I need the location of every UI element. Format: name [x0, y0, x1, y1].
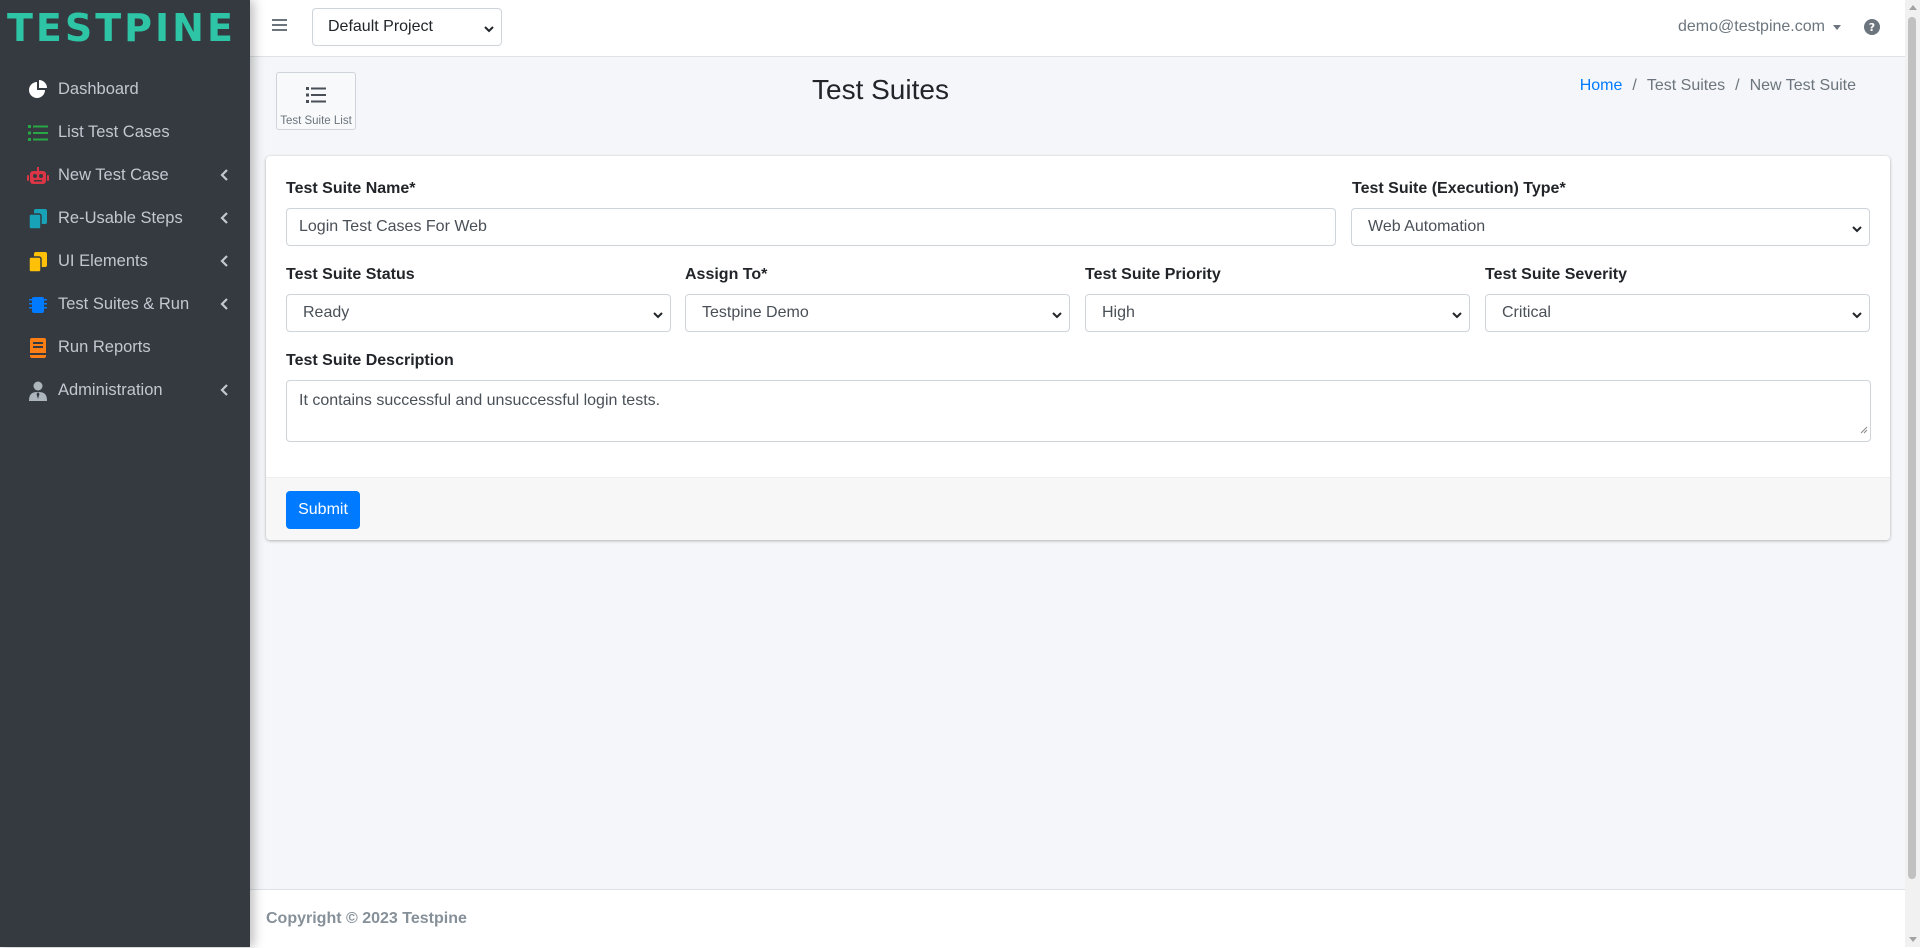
chevron-down-icon — [1851, 308, 1863, 326]
priority-value: High — [1102, 304, 1135, 321]
project-select-value: Default Project — [328, 18, 433, 35]
chevron-left-icon — [220, 253, 228, 272]
assign-to-label: Assign To* — [685, 266, 768, 283]
sidebar-item-run-reports[interactable]: Run Reports — [0, 326, 250, 369]
test-suite-list-button[interactable]: Test Suite List — [276, 72, 356, 130]
sidebar-item-label: List Test Cases — [58, 123, 170, 141]
chevron-down-icon — [1851, 222, 1863, 240]
test-suite-list-label: Test Suite List — [280, 115, 352, 127]
user-email: demo@testpine.com — [1678, 18, 1825, 35]
status-select[interactable]: Ready — [286, 294, 671, 332]
robot-icon — [26, 166, 50, 186]
description-textarea[interactable]: It contains successful and unsuccessful … — [286, 380, 1871, 442]
breadcrumb-separator: / — [1632, 77, 1637, 94]
page-footer: Copyright © 2023 Testpine — [250, 889, 1920, 948]
chip-icon — [26, 295, 50, 315]
sidebar-item-label: Test Suites & Run — [58, 295, 190, 313]
help-icon[interactable]: ? — [1864, 19, 1880, 40]
sidebar: TESTPINE Dashboard List Test Cases New T… — [0, 0, 250, 947]
chevron-down-icon — [1051, 308, 1063, 326]
submit-button[interactable]: Submit — [286, 491, 360, 529]
breadcrumb: Home / Test Suites / New Test Suite — [1580, 77, 1856, 95]
test-suite-name-input[interactable]: Login Test Cases For Web — [286, 208, 1336, 246]
hamburger-menu-icon[interactable] — [272, 18, 288, 37]
sidebar-item-label: New Test Case — [58, 166, 169, 184]
sidebar-item-label: Dashboard — [58, 80, 139, 98]
status-label: Test Suite Status — [286, 266, 415, 283]
severity-label: Test Suite Severity — [1485, 266, 1627, 283]
chevron-left-icon — [220, 296, 228, 315]
test-suite-form-card: Test Suite Name* Login Test Cases For We… — [266, 156, 1890, 540]
svg-text:?: ? — [1869, 21, 1875, 34]
breadcrumb-test-suites: Test Suites — [1646, 77, 1726, 94]
top-navbar: Default Project demo@testpine.com ? — [250, 0, 1920, 57]
sidebar-item-administration[interactable]: Administration — [0, 369, 250, 412]
severity-value: Critical — [1502, 304, 1551, 321]
chevron-left-icon — [220, 382, 228, 401]
pie-chart-icon — [26, 79, 50, 100]
copyright-text: Copyright © 2023 Testpine — [266, 910, 467, 927]
caret-down-icon — [1832, 24, 1841, 30]
description-label: Test Suite Description — [286, 352, 454, 369]
chevron-down-icon — [483, 22, 495, 40]
copy-icon — [26, 208, 50, 229]
book-icon — [26, 337, 50, 358]
sidebar-item-new-test-case[interactable]: New Test Case — [0, 154, 250, 197]
resize-grip-icon[interactable] — [1859, 421, 1868, 439]
assign-to-select[interactable]: Testpine Demo — [685, 294, 1070, 332]
scroll-down-arrow-icon[interactable] — [1909, 937, 1917, 942]
sidebar-item-label: Re-Usable Steps — [58, 209, 183, 227]
execution-type-label: Test Suite (Execution) Type* — [1352, 180, 1566, 197]
scrollbar-thumb[interactable] — [1908, 17, 1916, 879]
sidebar-nav: Dashboard List Test Cases New Test Case … — [0, 68, 250, 412]
status-value: Ready — [303, 304, 350, 321]
description-value: It contains successful and unsuccessful … — [299, 392, 661, 409]
severity-select[interactable]: Critical — [1485, 294, 1870, 332]
chevron-left-icon — [220, 167, 228, 186]
sidebar-item-label: Administration — [58, 381, 163, 399]
user-tie-icon — [26, 381, 50, 401]
sidebar-item-reusable-steps[interactable]: Re-Usable Steps — [0, 197, 250, 240]
assign-to-value: Testpine Demo — [702, 304, 809, 321]
page-title: Test Suites — [812, 74, 949, 105]
test-suite-name-value: Login Test Cases For Web — [299, 218, 487, 235]
priority-select[interactable]: High — [1085, 294, 1470, 332]
scroll-up-arrow-icon[interactable] — [1909, 5, 1917, 10]
execution-type-select[interactable]: Web Automation — [1351, 208, 1870, 246]
card-footer: Submit — [266, 477, 1890, 540]
vertical-scrollbar[interactable] — [1905, 0, 1920, 947]
brand-logo[interactable]: TESTPINE — [0, 0, 250, 56]
user-menu[interactable]: demo@testpine.com — [1678, 18, 1841, 36]
sidebar-item-dashboard[interactable]: Dashboard — [0, 68, 250, 111]
breadcrumb-separator: / — [1735, 77, 1740, 94]
breadcrumb-current: New Test Suite — [1749, 77, 1856, 94]
project-select[interactable]: Default Project — [312, 8, 502, 46]
chevron-down-icon — [1451, 308, 1463, 326]
chevron-down-icon — [652, 308, 664, 326]
breadcrumb-home-link[interactable]: Home — [1580, 77, 1623, 95]
priority-label: Test Suite Priority — [1085, 266, 1221, 283]
sidebar-item-label: Run Reports — [58, 338, 151, 356]
sidebar-item-label: UI Elements — [58, 252, 148, 270]
sidebar-item-list-test-cases[interactable]: List Test Cases — [0, 111, 250, 154]
sidebar-item-ui-elements[interactable]: UI Elements — [0, 240, 250, 283]
name-label: Test Suite Name* — [286, 180, 416, 197]
list-icon — [306, 86, 326, 109]
list-icon — [26, 123, 50, 143]
execution-type-value: Web Automation — [1368, 218, 1486, 235]
file-icon — [26, 251, 50, 272]
content-header: Test Suite List Test Suites Home / Test … — [250, 57, 1920, 147]
chevron-left-icon — [220, 210, 228, 229]
brand-name: TESTPINE — [7, 6, 236, 50]
sidebar-item-test-suites-run[interactable]: Test Suites & Run — [0, 283, 250, 326]
